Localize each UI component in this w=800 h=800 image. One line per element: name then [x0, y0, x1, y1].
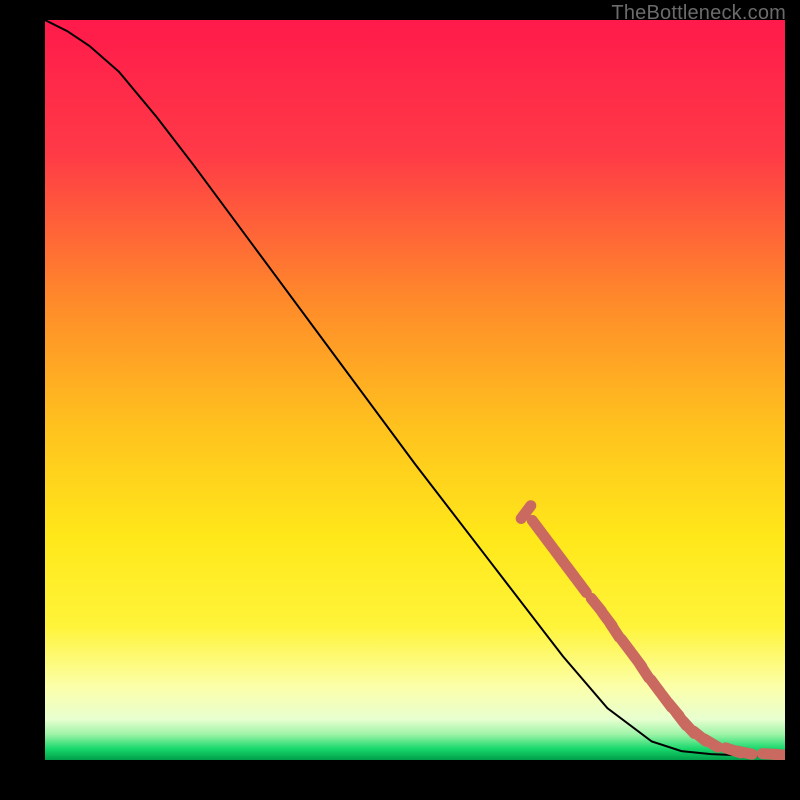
data-marker	[737, 751, 753, 754]
data-marker	[704, 739, 718, 747]
plot-area	[45, 20, 785, 760]
bottleneck-curve	[45, 20, 785, 756]
data-marker	[577, 580, 587, 593]
data-markers	[521, 506, 785, 756]
chart-frame: TheBottleneck.com	[0, 0, 800, 800]
chart-svg	[45, 20, 785, 760]
attribution-text: TheBottleneck.com	[611, 2, 786, 25]
data-marker	[773, 754, 785, 755]
